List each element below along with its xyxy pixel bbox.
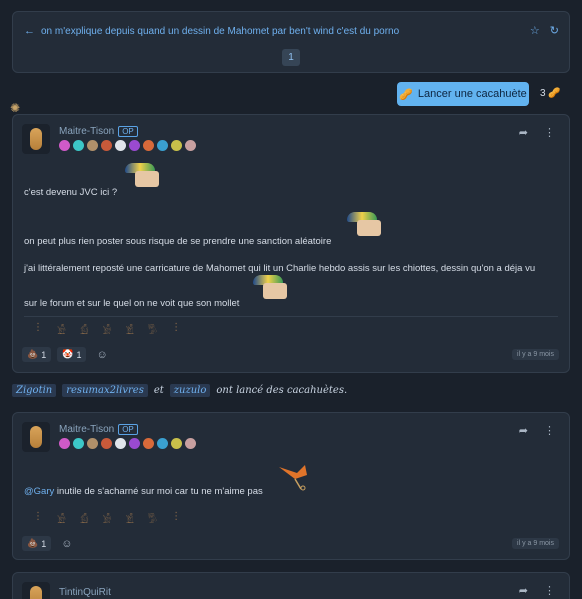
badge-icon [185, 140, 196, 151]
post-author[interactable]: Maitre-Tison [59, 126, 114, 137]
reaction-icon: 💩 [27, 538, 39, 548]
throw-peanut-button[interactable]: 🥜 Lancer une cacahuète [397, 82, 529, 106]
op-badge: OP [118, 126, 138, 137]
star-icon[interactable]: ☆ [530, 24, 540, 37]
post-timestamp: il y a 9 mois [512, 349, 559, 360]
avatar[interactable] [22, 582, 50, 599]
reaction-icon: 💩 [27, 349, 39, 359]
decoration-icon: ✺ [10, 101, 21, 115]
avatar[interactable] [22, 124, 50, 154]
badge-icon [115, 140, 126, 151]
signature-decoration: ⋮ 𓀀 𓀁 𓀂 𓀃 𓀄 ⋮ [33, 511, 182, 526]
thrower-user[interactable]: Zigotin [12, 384, 57, 397]
avatar[interactable] [22, 422, 50, 452]
badge-icon [171, 438, 182, 449]
reaction-icon: 🤡 [62, 349, 74, 359]
thrower-user[interactable]: zuzulo [169, 384, 211, 397]
sticker-image [343, 212, 389, 236]
post-line: c'est devenu JVC ici ? [24, 187, 118, 198]
back-arrow-icon: ← [24, 25, 35, 37]
sticker-image [275, 461, 311, 491]
topic-title-link[interactable]: ← on m'explique depuis quand un dessin d… [24, 25, 399, 37]
throw-peanut-label: Lancer une cacahuète [417, 88, 527, 100]
badge-icon [59, 140, 70, 151]
badge-icon [101, 438, 112, 449]
peanut-throwers: Zigotin resumax2livres et zuzulo ont lan… [12, 384, 347, 397]
badge-icon [157, 438, 168, 449]
signature-decoration: ⋮ 𓀀 𓀁 𓀂 𓀃 𓀄 ⋮ [33, 322, 182, 337]
peanut-count: 3 🥜 [540, 88, 561, 99]
reaction-chip[interactable]: 💩 1 [22, 536, 52, 551]
more-options-icon[interactable]: ⋮ [544, 424, 555, 437]
post: Maitre-Tison OP ➦ ⋮ c'est devenu JVC ici… [12, 114, 570, 373]
user-mention[interactable]: @Gary [24, 486, 54, 497]
badge-icon [171, 140, 182, 151]
badge-icon [73, 438, 84, 449]
badge-icon [129, 438, 140, 449]
topic-title: on m'explique depuis quand un dessin de … [41, 25, 400, 37]
more-options-icon[interactable]: ⋮ [544, 126, 555, 139]
badge-icon [143, 438, 154, 449]
badge-icon [129, 140, 140, 151]
badge-icon [73, 140, 84, 151]
thrower-user[interactable]: resumax2livres [62, 384, 148, 397]
badge-icon [185, 438, 196, 449]
badge-icon [59, 438, 70, 449]
post: Maitre-Tison OP ➦ ⋮ @Gary inutile de s'a… [12, 412, 570, 560]
badge-icon [157, 140, 168, 151]
topic-header: ← on m'explique depuis quand un dessin d… [12, 11, 570, 73]
peanut-icon: 🥜 [399, 88, 413, 101]
post: TintinQuiRit ➦ ⋮ [12, 572, 570, 599]
refresh-icon[interactable]: ↻ [550, 24, 559, 37]
badge-icon [143, 140, 154, 151]
divider [24, 316, 558, 317]
sticker-image [249, 275, 295, 299]
add-reaction-icon[interactable]: ☺ [96, 349, 107, 361]
share-icon[interactable]: ➦ [519, 584, 528, 597]
post-line: sur le forum et sur le quel on ne voit q… [24, 298, 240, 309]
reaction-chip[interactable]: 🤡 1 [57, 347, 87, 362]
badge-icon [87, 438, 98, 449]
post-author[interactable]: Maitre-Tison [59, 424, 114, 435]
badge-icon [87, 140, 98, 151]
sticker-image [121, 163, 167, 187]
post-author[interactable]: TintinQuiRit [59, 587, 111, 598]
reaction-chip[interactable]: 💩 1 [22, 347, 52, 362]
badge-icon [115, 438, 126, 449]
post-line: on peut plus rien poster sous risque de … [24, 236, 332, 247]
more-options-icon[interactable]: ⋮ [544, 584, 555, 597]
page-button[interactable]: 1 [282, 49, 300, 66]
share-icon[interactable]: ➦ [519, 424, 528, 437]
op-badge: OP [118, 424, 138, 435]
user-badges [59, 140, 196, 151]
share-icon[interactable]: ➦ [519, 126, 528, 139]
badge-icon [101, 140, 112, 151]
post-line: j'ai littéralement reposté une carricatu… [24, 263, 536, 274]
peanut-icon: 🥜 [548, 88, 561, 99]
post-timestamp: il y a 9 mois [512, 538, 559, 549]
post-line: @Gary inutile de s'acharné sur moi car t… [24, 486, 263, 497]
user-badges [59, 438, 196, 449]
add-reaction-icon[interactable]: ☺ [61, 538, 72, 550]
